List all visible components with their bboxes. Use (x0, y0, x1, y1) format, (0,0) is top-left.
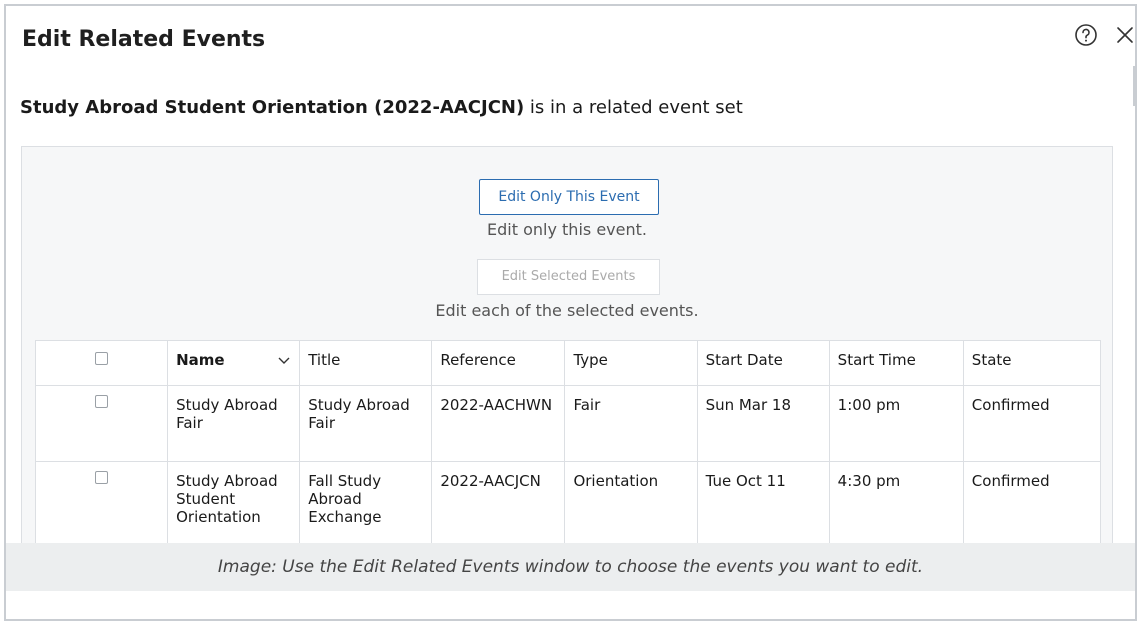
image-caption: Image: Use the Edit Related Events windo… (6, 543, 1135, 591)
cell-name: Study Abroad Fair (167, 385, 301, 462)
row-select-cell (34, 461, 169, 552)
cell-name: Study Abroad Student Orientation (167, 461, 301, 552)
scrollbar[interactable] (1133, 66, 1135, 106)
cell-start-time: 1:00 pm (828, 385, 964, 462)
row-checkbox[interactable] (95, 471, 109, 484)
column-header-name[interactable]: Name (167, 340, 301, 386)
cell-start-date: Sun Mar 18 (696, 385, 830, 462)
chevron-down-icon[interactable] (277, 353, 291, 367)
edit-only-this-event-button[interactable]: Edit Only This Event (479, 179, 659, 215)
cell-start-time: 4:30 pm (828, 461, 964, 552)
help-circle-icon[interactable] (1073, 22, 1099, 48)
cell-start-date: Tue Oct 11 (696, 461, 830, 552)
column-header-type[interactable]: Type (564, 340, 698, 386)
cell-state: Confirmed (962, 461, 1102, 552)
table-row[interactable]: Study Abroad Student Orientation Fall St… (34, 461, 1102, 552)
edit-only-hint: Edit only this event. (487, 220, 647, 239)
name-header-label: Name (176, 351, 225, 369)
related-set-text: is in a related event set (524, 97, 743, 118)
cell-state: Confirmed (962, 385, 1102, 462)
cell-reference: 2022-AACHWN (431, 385, 566, 462)
column-header-title[interactable]: Title (299, 340, 433, 386)
edit-selected-events-button[interactable]: Edit Selected Events (477, 259, 660, 295)
cell-title: Study Abroad Fair (299, 385, 433, 462)
edit-selected-hint: Edit each of the selected events. (435, 301, 699, 320)
close-icon[interactable] (1112, 22, 1137, 48)
column-header-start-date[interactable]: Start Date (696, 340, 830, 386)
column-header-state[interactable]: State (962, 340, 1102, 386)
cell-type: Fair (564, 385, 698, 462)
table-header-row: Name Title Reference Type Start Date Sta… (34, 340, 1102, 386)
row-checkbox[interactable] (95, 395, 109, 408)
row-select-cell (34, 385, 169, 462)
event-name-reference: Study Abroad Student Orientation (2022-A… (20, 97, 525, 118)
table-row[interactable]: Study Abroad Fair Study Abroad Fair 2022… (34, 385, 1102, 462)
cell-type: Orientation (564, 461, 698, 552)
related-set-message: Study Abroad Student Orientation (2022-A… (20, 97, 743, 118)
edit-related-events-dialog: Edit Related Events Study Abroad Student… (4, 4, 1137, 621)
cell-reference: 2022-AACJCN (431, 461, 566, 552)
column-header-start-time[interactable]: Start Time (828, 340, 964, 386)
dialog-title: Edit Related Events (22, 27, 266, 52)
related-events-table: Name Title Reference Type Start Date Sta… (34, 340, 1102, 552)
column-header-reference[interactable]: Reference (431, 340, 566, 386)
related-events-panel: Edit Only This Event Edit only this even… (21, 146, 1113, 552)
select-all-checkbox[interactable] (95, 352, 109, 365)
cell-title: Fall Study Abroad Exchange (299, 461, 433, 552)
select-all-cell (34, 340, 169, 386)
